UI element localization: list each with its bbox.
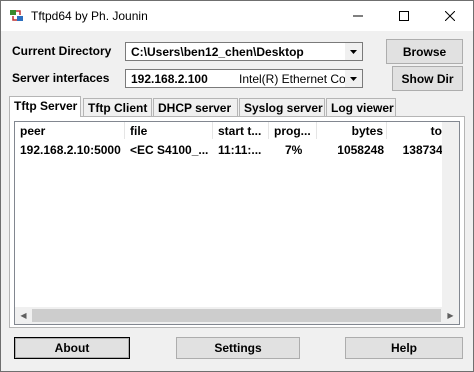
- chevron-down-icon[interactable]: [345, 70, 362, 87]
- cell-start-time: 11:11:...: [218, 143, 262, 157]
- close-icon: [445, 11, 455, 21]
- tab-syslog-server[interactable]: Syslog server: [239, 98, 325, 116]
- window-title: Tftpd64 by Ph. Jounin: [31, 9, 148, 23]
- current-directory-label: Current Directory: [12, 44, 112, 58]
- minimize-button[interactable]: [335, 1, 381, 31]
- tftp-server-panel: peer file start t... prog... bytes total…: [9, 116, 465, 328]
- maximize-button[interactable]: [381, 1, 427, 31]
- show-dir-button[interactable]: Show Dir: [392, 66, 463, 91]
- cell-peer: 192.168.2.10:5000: [20, 143, 121, 157]
- vertical-scrollbar[interactable]: [442, 122, 459, 308]
- help-label: Help: [390, 341, 417, 355]
- scrollbar-thumb[interactable]: [32, 309, 441, 322]
- settings-button[interactable]: Settings: [176, 337, 300, 359]
- minimize-icon: [353, 15, 363, 17]
- browse-button[interactable]: Browse: [386, 39, 463, 64]
- chevron-down-icon[interactable]: [345, 43, 362, 60]
- scroll-left-icon[interactable]: ◀: [15, 307, 32, 324]
- maximize-icon: [399, 11, 409, 21]
- column-header-start-time[interactable]: start t...: [213, 122, 269, 139]
- tftpd-app-icon: [9, 8, 25, 24]
- server-interfaces-adapter: Intel(R) Ethernet Co: [239, 72, 346, 86]
- browse-label: Browse: [402, 44, 447, 59]
- settings-label: Settings: [214, 341, 262, 355]
- show-dir-label: Show Dir: [401, 71, 454, 86]
- horizontal-scrollbar[interactable]: ◀ ▶: [15, 307, 459, 324]
- tab-tftp-client[interactable]: Tftp Client: [83, 98, 152, 116]
- column-header-bytes[interactable]: bytes: [317, 122, 387, 139]
- app-window: Tftpd64 by Ph. Jounin Current Directory …: [0, 0, 474, 372]
- cell-file: <EC S4100_...: [130, 143, 209, 157]
- column-header-progress[interactable]: prog...: [269, 122, 317, 139]
- server-interfaces-ip: 192.168.2.100: [131, 72, 208, 86]
- current-directory-combo[interactable]: C:\Users\ben12_chen\Desktop: [125, 42, 363, 61]
- about-button[interactable]: About: [14, 337, 130, 359]
- transfer-list[interactable]: peer file start t... prog... bytes total…: [14, 121, 460, 325]
- server-interfaces-label: Server interfaces: [12, 71, 110, 85]
- cell-progress: 7%: [285, 143, 303, 157]
- close-button[interactable]: [427, 1, 473, 31]
- title-bar: Tftpd64 by Ph. Jounin: [1, 1, 473, 31]
- tab-dhcp-server[interactable]: DHCP server: [153, 98, 238, 116]
- current-directory-value: C:\Users\ben12_chen\Desktop: [131, 45, 304, 59]
- tab-log-viewer[interactable]: Log viewer: [326, 98, 396, 116]
- help-button[interactable]: Help: [345, 337, 463, 359]
- column-header-peer[interactable]: peer: [15, 122, 125, 139]
- column-header-file[interactable]: file: [125, 122, 213, 139]
- server-interfaces-combo[interactable]: 192.168.2.100 Intel(R) Ethernet Co: [125, 69, 363, 88]
- tab-tftp-server[interactable]: Tftp Server: [9, 96, 81, 117]
- about-label: About: [54, 341, 90, 355]
- cell-bytes: 1058248: [337, 143, 384, 157]
- scroll-right-icon[interactable]: ▶: [442, 307, 459, 324]
